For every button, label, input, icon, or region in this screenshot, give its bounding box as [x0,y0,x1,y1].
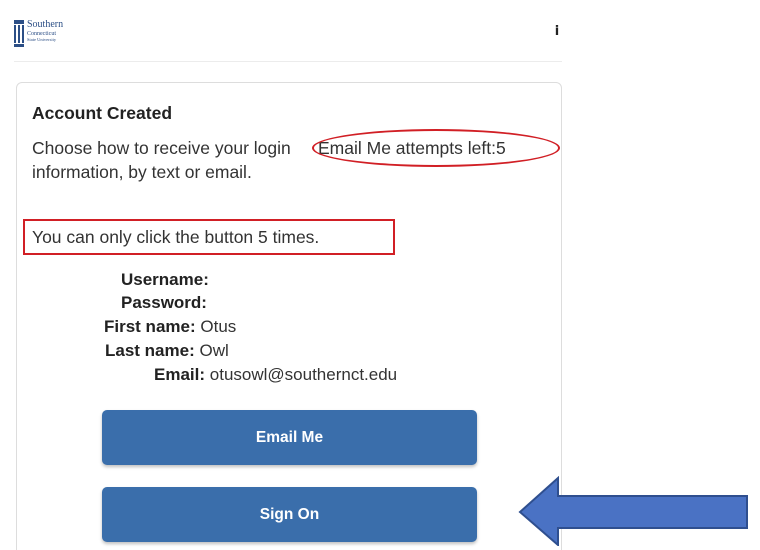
password-row: Password: [121,292,207,314]
first-name-label: First name: [104,317,196,336]
card-title: Account Created [32,103,173,123]
account-created-card: Account Created Choose how to receive yo… [16,82,562,550]
logo-line-1: Southern [27,19,64,30]
password-label: Password: [121,293,207,312]
university-logo: Southern Connecticut State University [14,20,63,50]
username-row: Username: [121,269,209,291]
pointer-arrow-icon [518,476,748,546]
email-row: Email: otusowl@southernct.edu [154,364,397,386]
info-icon[interactable]: i [552,24,562,40]
first-name-value: Otus [200,317,237,336]
last-name-row: Last name: Owl [105,340,229,362]
sign-on-button[interactable]: Sign On [102,487,477,542]
instructions-text: Choose how to receive your login informa… [32,138,291,182]
column-logo-icon [14,20,24,50]
username-label: Username: [121,270,209,289]
logo-line-3: State University [27,37,57,42]
top-bar: Southern Connecticut State University i [14,12,562,62]
email-me-button[interactable]: Email Me [102,410,477,465]
limit-text: You can only click the button 5 times. [32,227,320,247]
email-value: otusowl@southernct.edu [209,365,398,384]
last-name-label: Last name: [105,341,195,360]
attempts-highlight-oval [312,129,560,167]
last-name-value: Owl [199,341,229,360]
email-label: Email: [154,365,206,384]
first-name-row: First name: Otus [104,316,236,338]
